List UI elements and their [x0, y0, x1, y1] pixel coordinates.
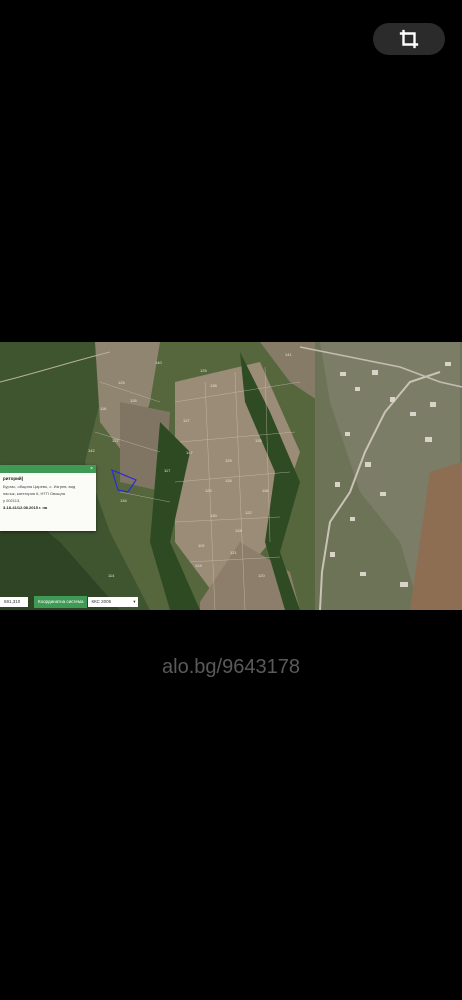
parcel-label: 125 — [118, 380, 125, 385]
parcel-label: 127 — [112, 438, 119, 443]
parcel-label: 119 — [198, 543, 205, 548]
parcel-label: 118 — [262, 488, 269, 493]
popup-line: пасъж, категория 6, НТП Овощна — [3, 491, 66, 496]
parcel-label: 116 — [100, 406, 107, 411]
coordinate-system-label: Координатна система — [34, 596, 88, 608]
popup-header: × — [0, 465, 96, 473]
parcel-label: 130 — [210, 513, 217, 518]
parcel-label: 129 — [225, 458, 232, 463]
coordinate-system-value: ККС 2005 — [91, 599, 112, 604]
parcel-label: 123 — [205, 488, 212, 493]
parcel-label: 134 — [120, 498, 127, 503]
parcel-label: 126 — [130, 398, 137, 403]
crop-icon — [399, 29, 419, 49]
parcel-label: 140 — [155, 360, 162, 365]
crop-button[interactable] — [373, 23, 445, 55]
close-icon[interactable]: × — [90, 466, 93, 472]
parcel-label: 138 — [210, 383, 217, 388]
parcel-info-popup: × риторий) Бургас, община Царево, с. Изг… — [0, 465, 96, 531]
parcel-label: 117 — [164, 468, 171, 473]
parcel-label: 126 — [225, 478, 232, 483]
popup-title: риторий) — [3, 476, 24, 481]
parcel-label: 128 — [235, 528, 242, 533]
satellite-map-image: 140 125 126 125 127 138 141 135 116 127 … — [0, 342, 462, 610]
parcel-label: 120 — [258, 573, 265, 578]
coordinate-bar: 691,310 Координатна система ККС 2005 ▾ — [0, 596, 139, 608]
parcel-label: 142 — [88, 448, 95, 453]
parcel-label: 125 — [200, 368, 207, 373]
chevron-down-icon: ▾ — [133, 599, 136, 604]
parcel-label: 147 — [186, 450, 193, 455]
popup-line: Бургас, община Царево, с. Изгрев, вид — [3, 484, 76, 489]
popup-line: у 002113, — [3, 498, 21, 503]
parcel-label: 124 — [195, 563, 202, 568]
parcel-label: 114 — [108, 573, 115, 578]
watermark-text: alo.bg/9643178 — [162, 656, 300, 678]
coordinate-system-select[interactable]: ККС 2005 ▾ — [88, 597, 139, 607]
parcel-label: 135 — [255, 438, 262, 443]
parcel-label: 141 — [285, 352, 292, 357]
coordinate-value: 691,310 — [0, 597, 28, 607]
parcel-label: 121 — [230, 550, 237, 555]
parcel-label: 127 — [183, 418, 190, 423]
parcel-label: 122 — [245, 510, 252, 515]
popup-line: 3-18-41/12.08.2015 г. на — [3, 505, 48, 510]
